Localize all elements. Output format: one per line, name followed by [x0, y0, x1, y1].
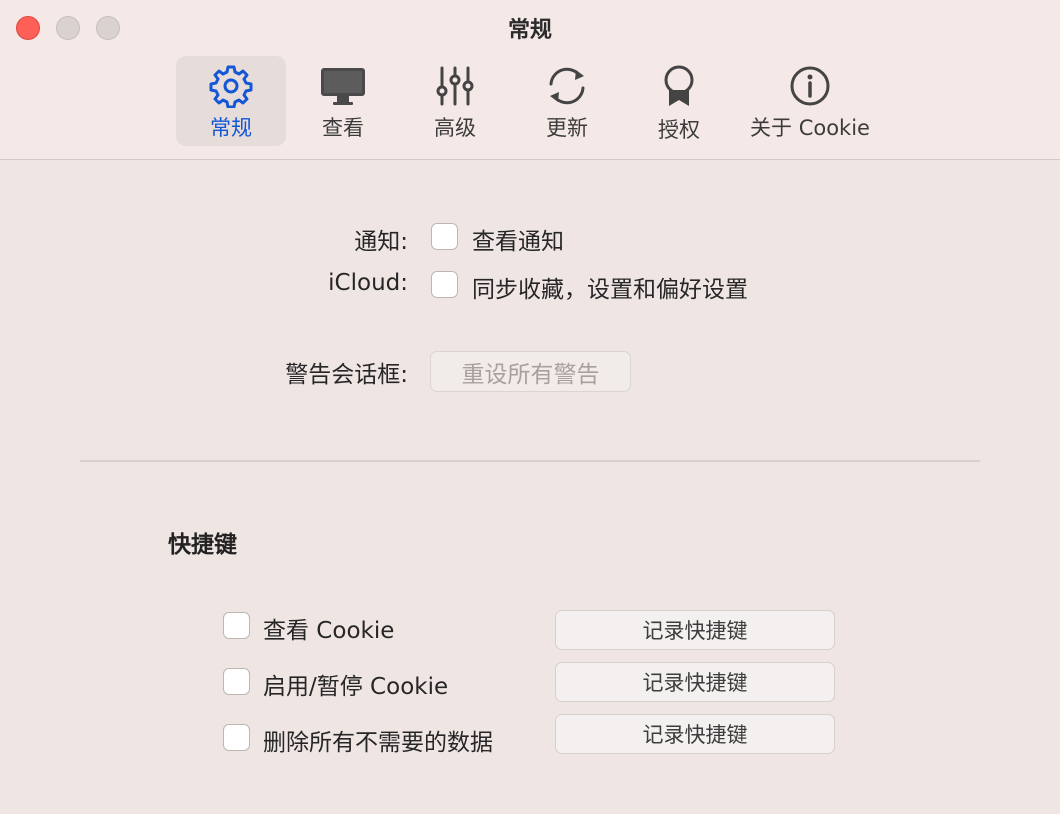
record-shortcut-button[interactable]: 记录快捷键	[555, 714, 835, 754]
tab-about-label: 关于 Cookie	[750, 116, 870, 140]
shortcuts-title: 快捷键	[168, 532, 237, 558]
shortcut-toggle-checkbox[interactable]	[223, 668, 250, 695]
preferences-window: 常规 常规 查看 高级 更新 授权 关于 Cookie 通知: 查看通知 iCl…	[0, 0, 1060, 814]
tab-license-label: 授权	[658, 118, 700, 142]
badge-icon	[664, 65, 694, 106]
icloud-checkbox[interactable]	[431, 271, 458, 298]
window-title: 常规	[507, 18, 552, 43]
alerts-label: 警告会话框:	[285, 362, 408, 388]
shortcut-toggle-label: 启用/暂停 Cookie	[263, 674, 449, 700]
sliders-icon	[436, 66, 474, 106]
record-shortcut-button[interactable]: 记录快捷键	[555, 610, 835, 650]
shortcut-view-label: 查看 Cookie	[263, 618, 395, 644]
shortcut-view-checkbox[interactable]	[223, 612, 250, 639]
tab-update[interactable]: 更新	[512, 56, 622, 146]
shortcut-delete-label: 删除所有不需要的数据	[263, 730, 493, 756]
reset-alerts-button[interactable]: 重设所有警告	[430, 351, 631, 392]
tab-general[interactable]: 常规	[176, 56, 286, 146]
section-divider	[80, 460, 980, 462]
monitor-icon	[321, 68, 365, 105]
icloud-checkbox-label: 同步收藏，设置和偏好设置	[472, 277, 748, 303]
notification-checkbox[interactable]	[431, 223, 458, 250]
shortcut-delete-checkbox[interactable]	[223, 724, 250, 751]
tab-advanced[interactable]: 高级	[400, 56, 510, 146]
refresh-icon	[549, 67, 585, 105]
titlebar: 常规 常规 查看 高级 更新 授权 关于 Cookie	[0, 0, 1060, 160]
notification-checkbox-label: 查看通知	[472, 229, 564, 255]
tab-update-label: 更新	[546, 116, 588, 140]
tab-license[interactable]: 授权	[624, 56, 734, 146]
record-shortcut-button[interactable]: 记录快捷键	[555, 662, 835, 702]
tab-advanced-label: 高级	[434, 116, 476, 140]
info-icon	[790, 66, 830, 106]
tab-general-label: 常规	[210, 116, 252, 140]
icloud-label: iCloud:	[328, 270, 408, 296]
tab-view-label: 查看	[322, 116, 364, 140]
tab-about[interactable]: 关于 Cookie	[740, 56, 880, 146]
tab-view[interactable]: 查看	[288, 56, 398, 146]
gear-icon	[209, 65, 253, 108]
notification-label: 通知:	[354, 229, 408, 255]
